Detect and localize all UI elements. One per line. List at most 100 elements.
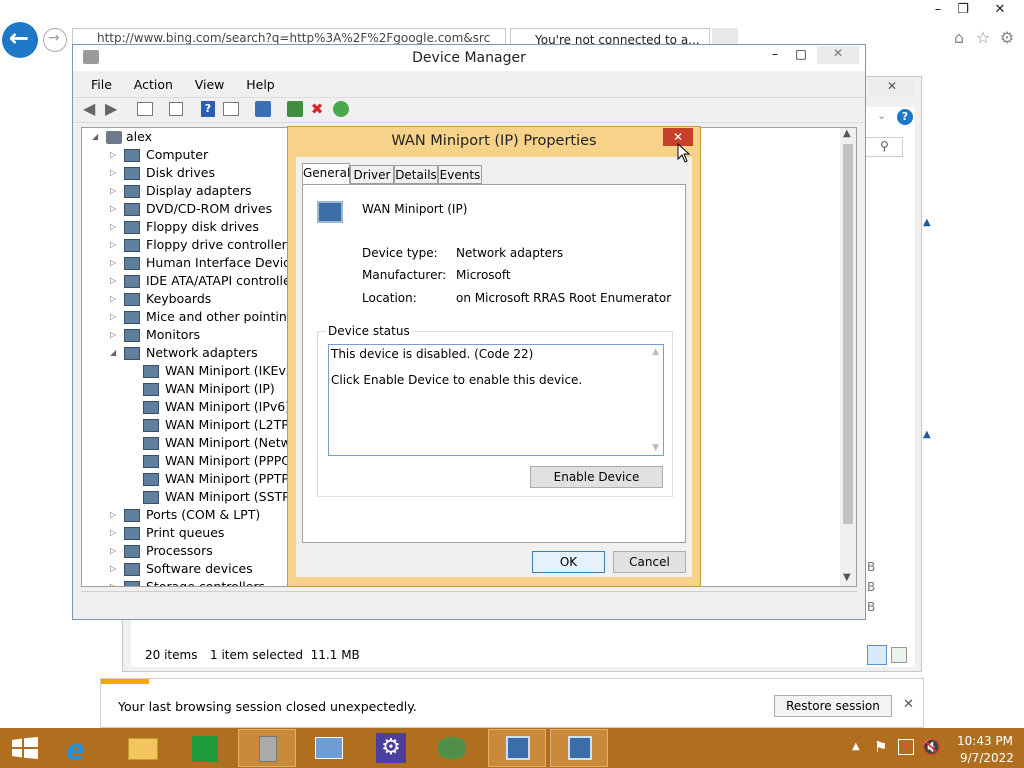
menu-file[interactable]: File <box>91 77 112 92</box>
expand-arrow-icon[interactable]: ▷ <box>110 164 116 182</box>
expand-arrow-icon[interactable]: ◢ <box>92 128 98 146</box>
ok-button[interactable]: OK <box>532 551 605 573</box>
device-manager-taskbar-icon <box>259 736 277 762</box>
dialog-title: WAN Miniport (IP) Properties <box>391 133 597 149</box>
status-scroll-down[interactable]: ▼ <box>652 443 659 453</box>
expand-arrow-icon[interactable]: ▷ <box>110 506 116 524</box>
expand-arrow-icon[interactable]: ▷ <box>110 308 116 326</box>
device-category-icon <box>124 221 140 234</box>
help-icon[interactable]: ? <box>897 109 913 125</box>
expand-arrow-icon[interactable]: ▷ <box>110 524 116 542</box>
tiles-view-icon[interactable] <box>891 647 907 663</box>
start-button[interactable] <box>0 728 50 768</box>
taskbar-device-manager-active[interactable] <box>238 729 296 767</box>
ie-maximize-button[interactable]: ❐ <box>953 2 973 17</box>
status-line-1: This device is disabled. (Code 22) <box>331 347 534 361</box>
device-status-text[interactable]: This device is disabled. (Code 22) Click… <box>328 344 664 456</box>
dm-maximize-button[interactable]: □ <box>791 47 811 61</box>
expand-arrow-icon[interactable]: ▷ <box>110 254 116 272</box>
expand-arrow-icon[interactable]: ▷ <box>110 560 116 578</box>
ie-minimize-button[interactable]: – <box>928 2 948 17</box>
search-icon: ⚲ <box>880 139 889 153</box>
expand-arrow-icon[interactable]: ▷ <box>110 290 116 308</box>
expand-arrow-icon[interactable]: ▷ <box>110 200 116 218</box>
show-hide-tree-icon[interactable] <box>137 102 153 116</box>
home-icon[interactable]: ⌂ <box>950 28 968 47</box>
expand-arrow-icon[interactable]: ▷ <box>110 542 116 560</box>
network-status-icon[interactable]: ✕ <box>898 739 914 755</box>
expand-arrow-icon[interactable]: ▷ <box>110 578 116 586</box>
scroll-thumb[interactable] <box>843 144 853 524</box>
taskbar-internet-explorer[interactable]: e <box>52 729 110 767</box>
scroll-down-arrow[interactable]: ▼ <box>843 572 851 583</box>
expand-arrow-icon[interactable]: ▷ <box>110 146 116 164</box>
device-category-icon <box>143 473 159 486</box>
settings-gear-icon[interactable]: ⚙ <box>998 28 1016 47</box>
device-category-icon <box>143 401 159 414</box>
expand-arrow-icon[interactable]: ▷ <box>110 182 116 200</box>
expand-arrow-icon[interactable]: ▷ <box>110 236 116 254</box>
back-icon[interactable]: ◀ <box>83 99 95 118</box>
volume-muted-icon[interactable]: 🔇 <box>922 738 941 756</box>
properties-icon[interactable] <box>169 102 183 116</box>
clock-time[interactable]: 10:43 PM <box>957 734 1013 748</box>
explorer-close-button[interactable]: ✕ <box>869 79 915 97</box>
menu-action[interactable]: Action <box>134 77 173 92</box>
taskbar-settings[interactable]: ⚙ <box>362 729 420 767</box>
folder-icon <box>128 738 158 760</box>
update-driver-icon[interactable] <box>287 101 303 117</box>
enable-device-button[interactable]: Enable Device <box>530 466 663 488</box>
enable-device-icon[interactable] <box>333 101 349 117</box>
forward-icon[interactable]: ▶ <box>105 99 117 118</box>
device-category-icon <box>124 329 140 342</box>
clock-date[interactable]: 9/7/2022 <box>960 751 1014 765</box>
collapse-up-icon-2[interactable]: ▲ <box>923 429 931 440</box>
taskbar-remote-app[interactable] <box>424 729 482 767</box>
tab-driver[interactable]: Driver <box>350 165 394 184</box>
ie-close-button[interactable]: ✕ <box>990 2 1010 17</box>
taskbar-store[interactable] <box>176 729 234 767</box>
cancel-button[interactable]: Cancel <box>613 551 686 573</box>
expand-arrow-icon[interactable]: ▷ <box>110 218 116 236</box>
scroll-up-arrow[interactable]: ▲ <box>843 128 851 139</box>
help-book-icon[interactable]: ? <box>201 101 215 117</box>
tab-events[interactable]: Events <box>438 165 482 184</box>
tray-overflow-icon[interactable]: ▲ <box>852 741 860 752</box>
explorer-search-box[interactable]: ⚲ <box>863 137 903 157</box>
device-manager-titlebar[interactable]: Device Manager – □ ✕ <box>73 45 865 71</box>
dm-close-button[interactable]: ✕ <box>817 46 859 64</box>
expand-arrow-icon[interactable]: ▷ <box>110 272 116 290</box>
device-category-icon <box>143 419 159 432</box>
size-fragment-3: B <box>867 600 876 614</box>
menu-help[interactable]: Help <box>246 77 275 92</box>
favorites-icon[interactable]: ☆ <box>974 28 992 47</box>
tab-general[interactable]: General <box>302 163 350 185</box>
menu-bar: File Action View Help <box>91 77 293 92</box>
notification-bar: Your last browsing session closed unexpe… <box>100 678 924 728</box>
dm-minimize-button[interactable]: – <box>765 47 785 61</box>
tab-details[interactable]: Details <box>394 165 438 184</box>
size-fragment-1: B <box>867 560 876 574</box>
menu-view[interactable]: View <box>195 77 225 92</box>
notification-close-button[interactable]: ✕ <box>903 697 914 712</box>
expand-arrow-icon[interactable]: ◢ <box>110 344 116 362</box>
location-label: Location: <box>362 291 417 305</box>
taskbar-wan-properties-2[interactable] <box>550 729 608 767</box>
tree-scrollbar[interactable]: ▲ ▼ <box>840 128 856 586</box>
taskbar-wan-properties-1[interactable] <box>488 729 546 767</box>
action-center-flag-icon[interactable]: ⚑ <box>874 738 887 756</box>
details-view-icon[interactable] <box>867 645 887 665</box>
ie-back-button[interactable]: ← <box>2 22 38 58</box>
view-icon[interactable] <box>223 102 239 116</box>
uninstall-icon[interactable]: ✖ <box>309 101 325 117</box>
status-scroll-up[interactable]: ▲ <box>652 347 659 357</box>
chevron-down-icon[interactable]: ⌄ <box>877 109 886 122</box>
collapse-up-icon[interactable]: ▲ <box>923 217 931 228</box>
expand-arrow-icon[interactable]: ▷ <box>110 326 116 344</box>
network-adapter-taskbar-icon <box>506 736 530 760</box>
ie-forward-button[interactable]: → <box>43 28 67 52</box>
restore-session-button[interactable]: Restore session <box>774 695 892 717</box>
taskbar-file-explorer[interactable] <box>114 729 172 767</box>
taskbar-network-app[interactable] <box>300 729 358 767</box>
scan-hardware-icon[interactable] <box>255 101 271 117</box>
